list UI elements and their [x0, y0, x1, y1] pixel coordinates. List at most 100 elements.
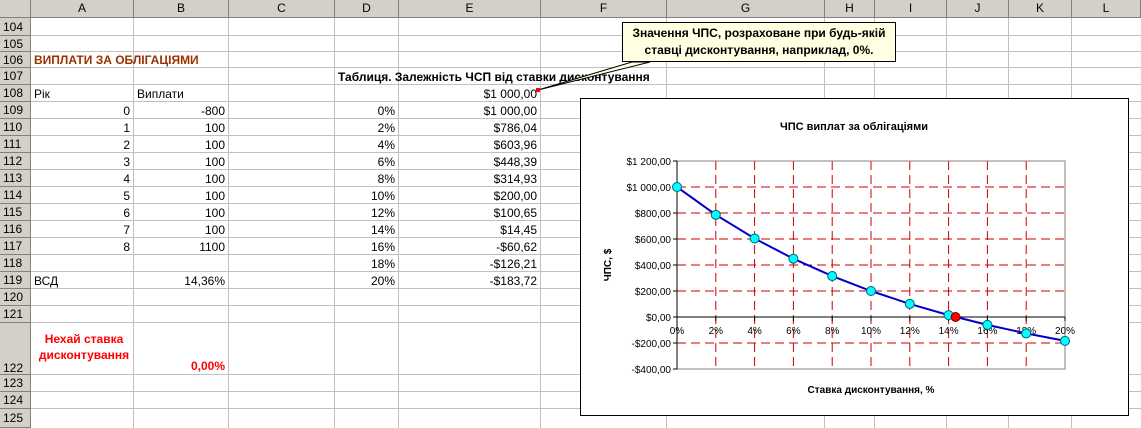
sheet-title[interactable]: ВИПЛАТИ ЗА ОБЛІГАЦІЯМИ	[34, 52, 199, 68]
row-header-114[interactable]: 114	[0, 187, 31, 204]
rate-cell[interactable]: 6%	[335, 154, 395, 170]
npv-data-point	[827, 271, 838, 282]
callout-note[interactable]: Значення ЧПС, розраховане при будь-якій …	[622, 22, 896, 62]
row-header-116[interactable]: 116	[0, 221, 31, 238]
row-header-122[interactable]: 122	[0, 323, 31, 375]
chart-canvas: ЧПС виплат за облігаціями $1 200,00 $1 000…	[603, 121, 1075, 396]
rate-cell[interactable]: 12%	[335, 205, 395, 221]
rate-cell[interactable]: 8%	[335, 171, 395, 187]
row-header-111[interactable]: 111	[0, 136, 31, 153]
year-cell[interactable]: 1	[31, 120, 130, 136]
column-header-f[interactable]: F	[541, 0, 667, 18]
rate-cell[interactable]: 4%	[335, 137, 395, 153]
payment-cell[interactable]: 100	[134, 222, 225, 238]
column-header-d[interactable]: D	[335, 0, 399, 18]
x-tick-label: 12%	[900, 326, 920, 337]
year-cell[interactable]: 5	[31, 188, 130, 204]
column-header-c[interactable]: C	[229, 0, 335, 18]
rate-cell[interactable]: 14%	[335, 222, 395, 238]
year-cell[interactable]: 0	[31, 103, 130, 119]
row-header-109[interactable]: 109	[0, 102, 31, 119]
row-header-107[interactable]: 107	[0, 68, 31, 85]
y-tick-label: $200,00	[635, 287, 672, 298]
npv-cell[interactable]: $603,96	[400, 137, 537, 153]
row-header-123[interactable]: 123	[0, 375, 31, 392]
row-header-120[interactable]: 120	[0, 289, 31, 306]
row-header-110[interactable]: 110	[0, 119, 31, 136]
npv-cell[interactable]: $786,04	[400, 120, 537, 136]
year-header[interactable]: Рік	[34, 86, 50, 102]
year-cell[interactable]: 4	[31, 171, 130, 187]
npv-cell[interactable]: -$126,21	[400, 256, 537, 272]
npv-cell[interactable]: $200,00	[400, 188, 537, 204]
npv-cell[interactable]: -$60,62	[400, 239, 537, 255]
row-header-108[interactable]: 108	[0, 85, 31, 102]
payment-cell[interactable]: 1100	[134, 239, 225, 255]
let-rate-label-line1[interactable]: Нехай ставка	[34, 331, 134, 347]
npv-data-point	[904, 298, 915, 309]
payment-cell[interactable]: -800	[134, 103, 225, 119]
row-header-113[interactable]: 113	[0, 170, 31, 187]
payment-cell[interactable]: 100	[134, 205, 225, 221]
row-header-104[interactable]: 104	[0, 18, 31, 36]
let-rate-value[interactable]: 0,00%	[134, 358, 225, 374]
row-header-121[interactable]: 121	[0, 306, 31, 323]
year-cell[interactable]: 8	[31, 239, 130, 255]
npv-cell[interactable]: $100,65	[400, 205, 537, 221]
payment-cell[interactable]: 100	[134, 171, 225, 187]
rate-cell[interactable]: 10%	[335, 188, 395, 204]
column-header-i[interactable]: I	[875, 0, 947, 18]
payments-header[interactable]: Виплати	[137, 86, 184, 102]
x-tick-label: 20%	[1055, 326, 1075, 337]
row-header-125[interactable]: 125	[0, 409, 31, 428]
npv-chart[interactable]: ЧПС виплат за облігаціями $1 200,00 $1 000…	[580, 98, 1129, 416]
npv-cell[interactable]: $448,39	[400, 154, 537, 170]
x-tick-label: 2%	[709, 326, 724, 337]
row-header-106[interactable]: 106	[0, 52, 31, 68]
irr-label[interactable]: ВСД	[34, 273, 58, 289]
column-header-a[interactable]: A	[31, 0, 134, 18]
year-cell[interactable]: 6	[31, 205, 130, 221]
payment-cell[interactable]: 100	[134, 137, 225, 153]
row-header-124[interactable]: 124	[0, 392, 31, 409]
column-header-j[interactable]: J	[947, 0, 1009, 18]
column-header-k[interactable]: K	[1009, 0, 1072, 18]
spreadsheet[interactable]: A B C D E F G H I J K L 104 105 106 107 …	[0, 0, 1141, 428]
column-header-e[interactable]: E	[399, 0, 541, 18]
y-tick-label: $1 200,00	[627, 157, 672, 168]
rate-cell[interactable]: 16%	[335, 239, 395, 255]
rate-cell[interactable]: 2%	[335, 120, 395, 136]
rate-cell[interactable]: 0%	[335, 103, 395, 119]
payment-cell[interactable]: 100	[134, 154, 225, 170]
callout-anchor-dot	[536, 88, 540, 92]
year-cell[interactable]: 7	[31, 222, 130, 238]
column-header-l[interactable]: L	[1072, 0, 1141, 18]
row-header-118[interactable]: 118	[0, 255, 31, 272]
irr-value[interactable]: 14,36%	[134, 273, 225, 289]
row-header-115[interactable]: 115	[0, 204, 31, 221]
row-header-105[interactable]: 105	[0, 36, 31, 52]
row-header-112[interactable]: 112	[0, 153, 31, 170]
row-header-119[interactable]: 119	[0, 272, 31, 289]
x-tick-label: 0%	[670, 326, 685, 337]
npv-cell[interactable]: -$183,72	[400, 273, 537, 289]
column-header-g[interactable]: G	[667, 0, 825, 18]
year-cell[interactable]: 2	[31, 137, 130, 153]
payment-cell[interactable]: 100	[134, 120, 225, 136]
select-all-corner[interactable]	[0, 0, 31, 18]
rate-cell[interactable]: 20%	[335, 273, 395, 289]
column-header-b[interactable]: B	[134, 0, 229, 18]
npv-top-cell[interactable]: $1 000,00	[400, 86, 537, 102]
let-rate-label-line2[interactable]: дисконтування	[34, 347, 134, 363]
rate-cell[interactable]: 18%	[335, 256, 395, 272]
npv-cell[interactable]: $314,93	[400, 171, 537, 187]
npv-cell[interactable]: $1 000,00	[400, 103, 537, 119]
row-header-117[interactable]: 117	[0, 238, 31, 255]
x-tick-label: 4%	[747, 326, 762, 337]
payment-cell[interactable]: 100	[134, 188, 225, 204]
table-title[interactable]: Таблиця. Залежність ЧСП від ставки диско…	[338, 69, 650, 85]
x-tick-label: 14%	[939, 326, 959, 337]
column-header-h[interactable]: H	[825, 0, 875, 18]
year-cell[interactable]: 3	[31, 154, 130, 170]
npv-cell[interactable]: $14,45	[400, 222, 537, 238]
